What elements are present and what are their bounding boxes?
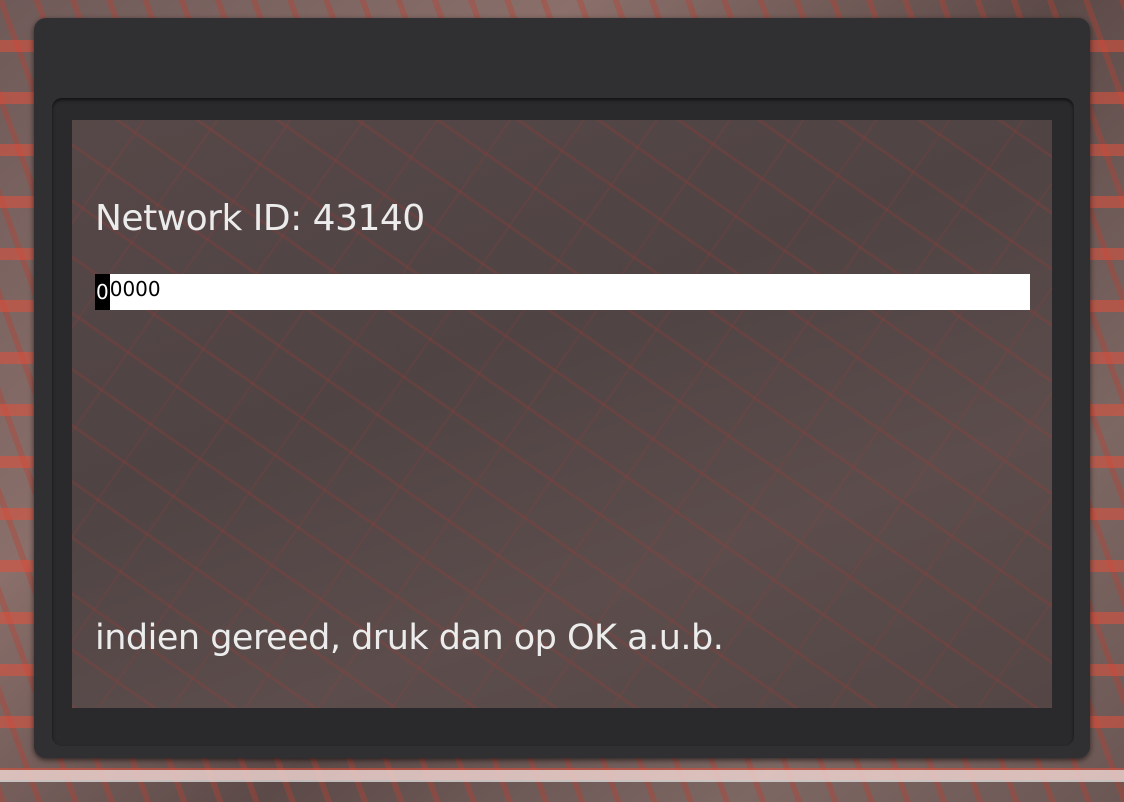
network-id-label: Network ID: 43140 [95, 198, 425, 239]
network-id-input[interactable]: 0 0000 [95, 274, 1030, 310]
instruction-text: indien gereed, druk dan op OK a.u.b. [95, 618, 724, 658]
background-stripe-bottom [0, 770, 1124, 782]
input-value: 0000 [109, 277, 161, 301]
dialog-content: Network ID: 43140 0 0000 indien gereed, … [72, 120, 1052, 708]
text-cursor: 0 [95, 274, 110, 310]
dialog-titlebar [34, 18, 1090, 98]
dialog-inner-frame: Network ID: 43140 0 0000 indien gereed, … [52, 98, 1074, 746]
network-id-dialog: Network ID: 43140 0 0000 indien gereed, … [34, 18, 1090, 758]
